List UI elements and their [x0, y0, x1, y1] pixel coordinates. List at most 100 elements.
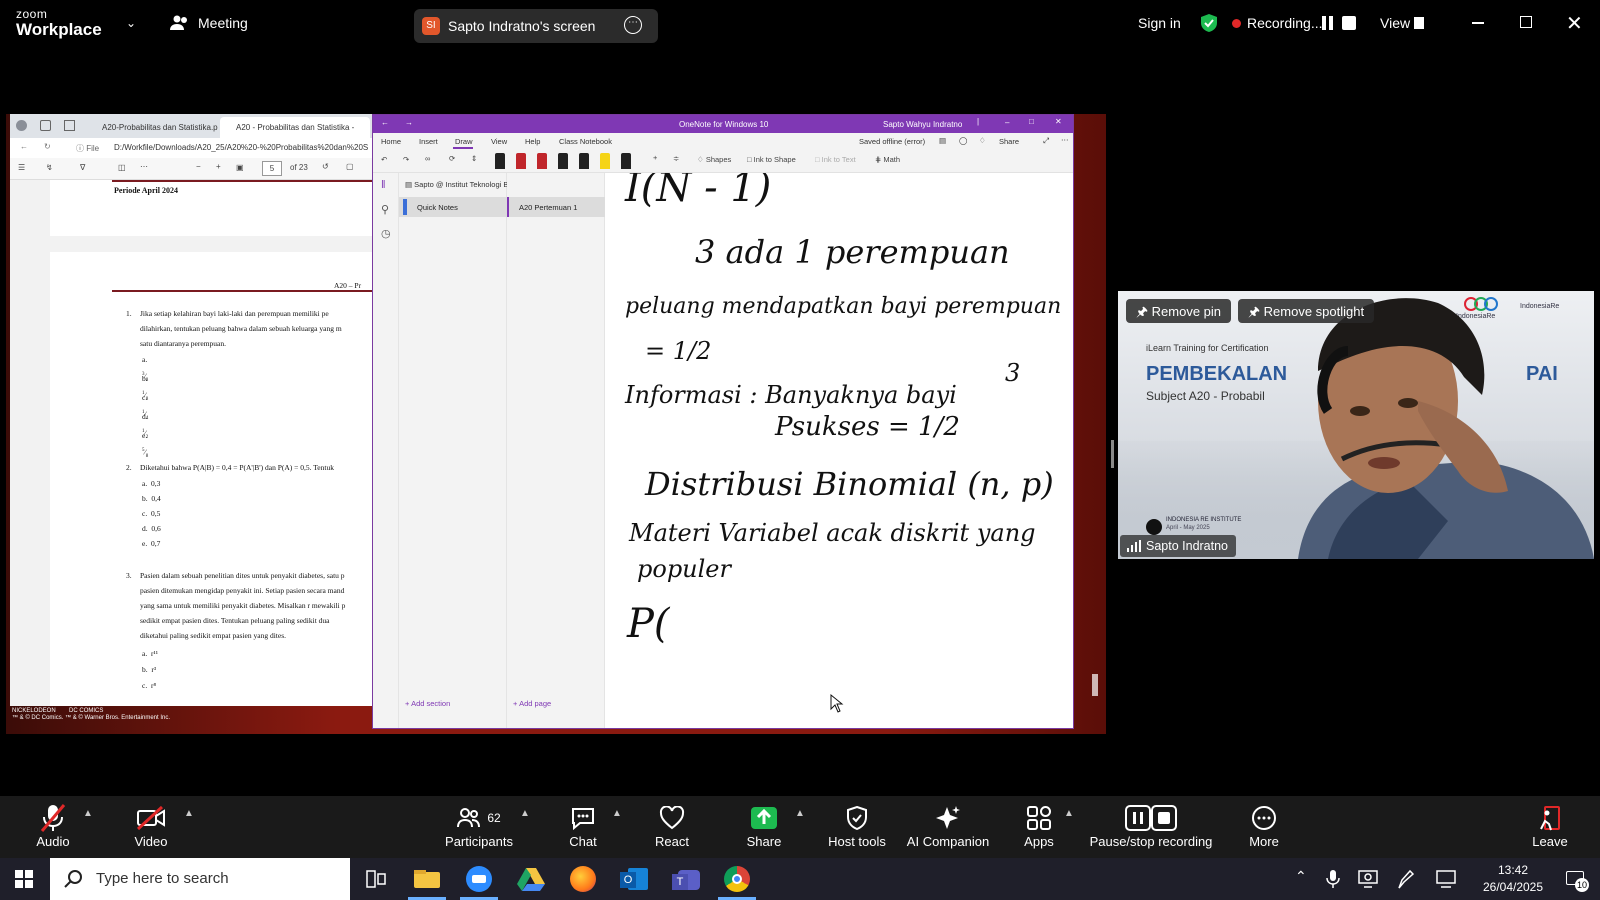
add-page-button[interactable]: + Add page	[513, 699, 551, 708]
file-explorer-icon[interactable]	[410, 866, 444, 892]
pen-6-icon[interactable]	[600, 153, 610, 169]
draw-icon[interactable]: ↯	[46, 163, 53, 172]
minimize-icon[interactable]	[1472, 22, 1484, 24]
pen-3-icon[interactable]	[537, 153, 547, 169]
recent-icon[interactable]: ◷	[381, 227, 391, 240]
page-view-icon[interactable]: ▢	[346, 162, 354, 171]
redo-icon[interactable]: ↷	[403, 155, 409, 164]
participants-button[interactable]: 62 Participants	[424, 802, 534, 849]
tray-keyboard-icon[interactable]	[1436, 870, 1456, 888]
address-url[interactable]: D:/Workfile/Downloads/A20_25/A20%20-%20P…	[114, 143, 368, 152]
notebook-icon[interactable]: ▤	[939, 136, 946, 145]
onenote-minimize-icon[interactable]: –	[1005, 118, 1009, 127]
sync-status[interactable]: Saved offline (error)	[859, 137, 925, 146]
meeting-tab[interactable]: Meeting	[170, 15, 248, 31]
shared-screen-pill[interactable]: SI Sapto Indratno's screen ⋯	[414, 9, 658, 43]
chat-options-caret[interactable]: ▲	[612, 808, 622, 819]
windows-start-icon[interactable]	[15, 870, 33, 888]
lightbulb-icon[interactable]: ◯	[959, 136, 967, 145]
section-quick-notes[interactable]: Quick Notes	[399, 197, 507, 217]
tray-microphone-icon[interactable]	[1326, 869, 1340, 889]
ink-to-shape-tool[interactable]: □ Ink to Shape	[747, 155, 796, 164]
onenote-share-button[interactable]: Share	[999, 137, 1019, 146]
fit-page-icon[interactable]: ▣	[236, 163, 244, 172]
rotate-icon[interactable]: ↺	[322, 162, 329, 171]
onenote-close-icon[interactable]: ✕	[1055, 117, 1062, 126]
ink-to-text-tool[interactable]: □ Ink to Text	[815, 155, 856, 164]
tab-pdf-2[interactable]: A20 - Probabilitas dan Statistika -	[220, 117, 370, 138]
remove-pin-button[interactable]: 🖈 Remove pin	[1126, 299, 1232, 323]
react-button[interactable]: React	[627, 802, 717, 849]
close-icon[interactable]: ✕	[1566, 11, 1583, 36]
more-pdf-icon[interactable]: ⋯	[140, 162, 148, 171]
share-options-caret[interactable]: ▲	[795, 808, 805, 819]
ruler-icon[interactable]: ≑	[673, 154, 679, 163]
back-icon[interactable]: ←	[20, 142, 28, 151]
pause-recording-icon[interactable]	[1322, 16, 1336, 30]
math-tool[interactable]: ⋕ Math	[875, 155, 900, 164]
zoom-in-icon[interactable]: +	[216, 162, 221, 171]
ribbon-tab-view[interactable]: View	[491, 137, 507, 146]
onenote-forward-icon[interactable]: →	[405, 118, 413, 127]
page-number-input[interactable]: 5	[262, 161, 282, 176]
video-options-caret[interactable]: ▲	[184, 808, 194, 819]
stop-recording-icon[interactable]	[1342, 16, 1356, 30]
encryption-shield-icon[interactable]	[1200, 13, 1218, 33]
taskbar-clock[interactable]: 13:42 26/04/2025	[1468, 862, 1558, 896]
sign-in-link[interactable]: Sign in	[1138, 15, 1181, 31]
ribbon-tab-class-notebook[interactable]: Class Notebook	[559, 137, 612, 146]
task-view-icon[interactable]	[366, 870, 386, 888]
add-pen-icon[interactable]: +	[653, 153, 657, 162]
video-button[interactable]: Video	[106, 802, 196, 849]
participants-options-caret[interactable]: ▲	[520, 808, 530, 819]
apps-options-caret[interactable]: ▲	[1064, 808, 1074, 819]
pen-2-icon[interactable]	[516, 153, 526, 169]
highlight-icon[interactable]: ∇	[80, 163, 85, 172]
pen-7-icon[interactable]	[621, 153, 631, 169]
outlook-icon[interactable]: O	[620, 866, 648, 892]
audio-options-caret[interactable]: ▲	[83, 808, 93, 819]
firefox-icon[interactable]	[570, 866, 596, 892]
remove-spotlight-button[interactable]: 🖈 Remove spotlight	[1238, 299, 1375, 323]
note-canvas[interactable]: I(N - 1) 3 ada 1 perempuan peluang menda…	[605, 165, 1073, 728]
pause-stop-recording-button[interactable]: Pause/stop recording	[1084, 802, 1218, 849]
restore-icon[interactable]	[1520, 16, 1532, 28]
onenote-more-icon[interactable]: ⋯	[1061, 135, 1069, 144]
expand-icon[interactable]: ⤢	[1043, 136, 1049, 146]
type-icon[interactable]: ∞	[425, 154, 430, 163]
search-icon[interactable]: ⚲	[381, 203, 389, 216]
view-menu[interactable]: View	[1380, 15, 1410, 31]
chrome-icon[interactable]	[724, 866, 750, 892]
ribbon-tab-home[interactable]: Home	[381, 137, 401, 146]
page-a20-pertemuan-1[interactable]: A20 Pertemuan 1	[507, 197, 605, 217]
onenote-back-icon[interactable]: ←	[381, 118, 389, 127]
ribbon-tab-help[interactable]: Help	[525, 137, 540, 146]
add-space-icon[interactable]: ⇕	[471, 154, 477, 163]
refresh-icon[interactable]: ↻	[44, 142, 51, 151]
bell-icon[interactable]: ♢	[979, 136, 986, 145]
tray-display-icon[interactable]	[1358, 870, 1378, 888]
notification-center-icon[interactable]: 10	[1566, 869, 1589, 892]
view-layout-icon[interactable]	[1414, 17, 1424, 29]
ribbon-tab-insert[interactable]: Insert	[419, 137, 438, 146]
shapes-tool[interactable]: ♢ Shapes	[697, 155, 731, 164]
tray-pen-icon[interactable]	[1396, 869, 1414, 889]
teams-icon[interactable]: T	[672, 866, 700, 892]
toc-icon[interactable]: ☰	[18, 163, 25, 172]
onenote-restore-icon[interactable]: □	[1029, 117, 1034, 126]
leave-button[interactable]: Leave	[1500, 802, 1600, 849]
panel-splitter[interactable]	[1111, 440, 1114, 468]
address-bar[interactable]: ← ↻ ⓘ File D:/Workfile/Downloads/A20_25/…	[10, 138, 374, 158]
collections-icon[interactable]	[40, 120, 51, 131]
pen-5-icon[interactable]	[579, 153, 589, 169]
tab-pdf-1[interactable]: A20-Probabilitas dan Statistika.pd	[86, 117, 218, 138]
tray-overflow-icon[interactable]: ⌃	[1295, 868, 1307, 885]
ribbon-tab-draw[interactable]: Draw	[455, 137, 473, 146]
notebooks-icon[interactable]: ‖	[381, 179, 386, 191]
google-drive-icon[interactable]	[517, 867, 545, 891]
read-aloud-icon[interactable]: ◫	[118, 163, 126, 172]
share-options-icon[interactable]: ⋯	[624, 16, 642, 34]
workplace-dropdown-icon[interactable]: ⌄	[126, 16, 136, 30]
more-button[interactable]: More	[1219, 802, 1309, 849]
ai-companion-button[interactable]: AI Companion	[899, 802, 997, 849]
